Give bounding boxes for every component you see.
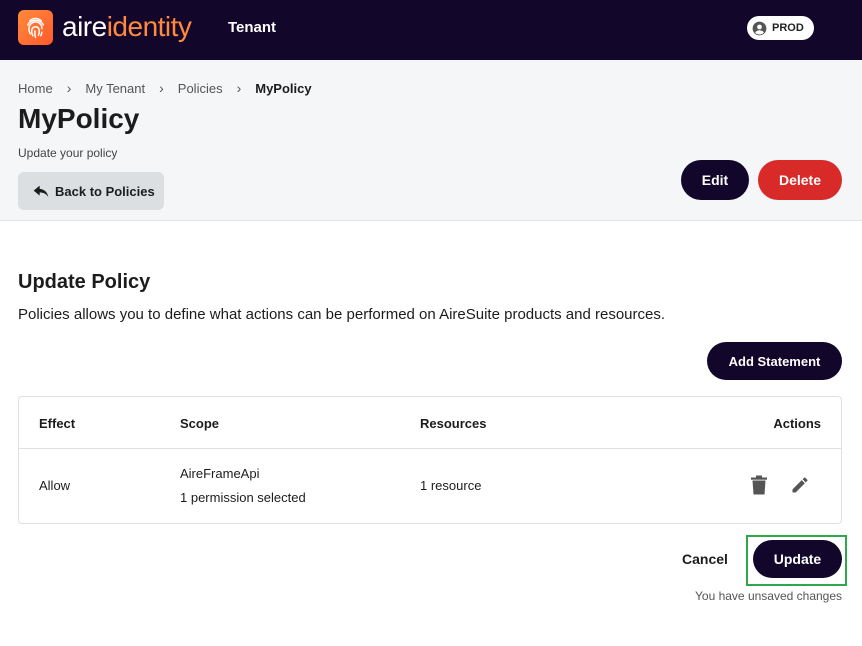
add-statement-button[interactable]: Add Statement [707,342,842,380]
table-header: Effect Scope Resources Actions [19,397,841,449]
cell-scope-detail: 1 permission selected [180,490,306,505]
page-subtitle: Update your policy [18,146,118,160]
page-title: MyPolicy [18,103,140,134]
statements-table: Effect Scope Resources Actions Allow Air… [18,396,842,524]
fingerprint-icon[interactable] [18,10,53,45]
edit-button[interactable]: Edit [681,160,749,200]
column-header-scope: Scope [180,416,220,431]
back-to-policies-button[interactable]: Back to Policies [18,172,164,210]
column-header-actions: Actions [773,416,821,431]
chevron-right-icon: › [159,80,164,96]
chevron-right-icon: › [66,80,72,96]
cell-resources: 1 resource [420,478,482,493]
column-header-effect: Effect [39,416,76,431]
trash-icon[interactable] [746,472,772,498]
breadcrumb-policies[interactable]: Policies [178,81,223,96]
breadcrumb: Home › My Tenant › Policies › MyPolicy [18,80,312,96]
unsaved-changes-text: You have unsaved changes [695,589,843,603]
cell-effect: Allow [39,478,71,493]
table-row: Allow AireFrameApi 1 permission selected… [19,450,841,524]
delete-button[interactable]: Delete [758,160,842,200]
environment-switcher[interactable]: PROD [747,16,814,40]
column-header-resources: Resources [420,416,487,431]
breadcrumb-my-tenant[interactable]: My Tenant [85,81,145,96]
update-button[interactable]: Update [753,540,842,578]
section-title: Update Policy [18,271,151,293]
user-circle-icon [752,21,767,35]
cancel-button[interactable]: Cancel [675,548,735,570]
reply-arrow-icon [33,185,49,197]
chevron-right-icon: › [236,80,242,96]
breadcrumb-current: MyPolicy [255,80,312,96]
breadcrumb-home[interactable]: Home [18,81,53,96]
environment-label: PROD [772,22,804,34]
pencil-icon[interactable] [787,472,813,498]
back-to-policies-label: Back to Policies [55,183,155,199]
tenant-nav-label[interactable]: Tenant [228,19,276,36]
top-bar: aireidentity Tenant PROD [0,0,862,60]
brand-text-aire: aire [62,11,107,42]
brand-text-identity: identity [106,11,192,42]
brand-logo[interactable]: aireidentity [62,10,192,44]
section-description: Policies allows you to define what actio… [18,306,666,323]
cell-scope-name: AireFrameApi [180,466,260,481]
page-header: Home › My Tenant › Policies › MyPolicy M… [0,60,862,221]
